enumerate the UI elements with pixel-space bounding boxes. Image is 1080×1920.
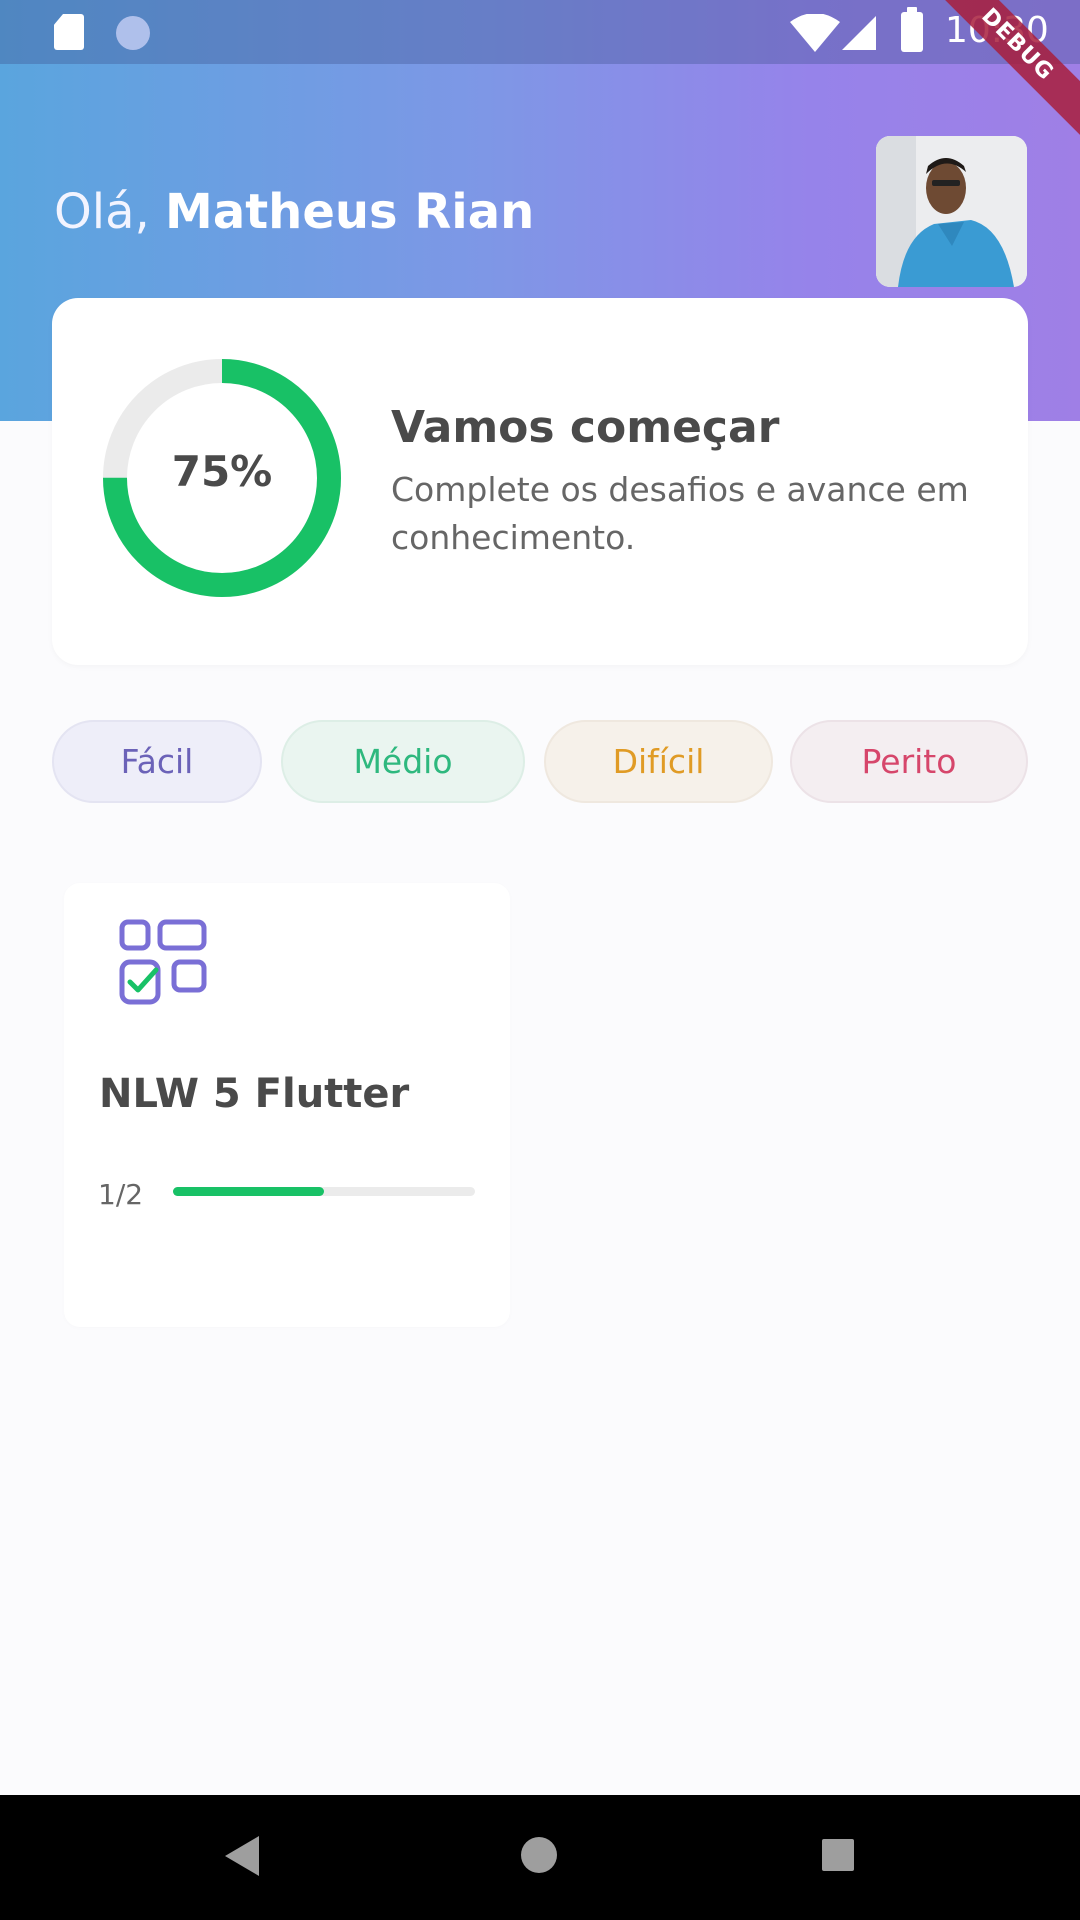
- level-chip-hard[interactable]: Difícil: [544, 720, 773, 803]
- avatar-photo: [876, 136, 1027, 287]
- sync-icon: [116, 16, 150, 50]
- level-chip-expert[interactable]: Perito: [790, 720, 1028, 803]
- cell-signal-icon: [842, 16, 876, 50]
- level-chip-easy[interactable]: Fácil: [52, 720, 262, 803]
- quiz-progress-bar: [173, 1187, 475, 1196]
- quiz-progress-label: 1/2: [98, 1178, 144, 1211]
- greeting-text: Olá, Matheus Rian: [54, 184, 534, 240]
- score-card-subtitle: Complete os desafios e avance em conheci…: [391, 470, 969, 557]
- level-chip-medium[interactable]: Médio: [281, 720, 525, 803]
- back-icon[interactable]: [225, 1836, 259, 1876]
- quiz-progress-fill: [173, 1187, 324, 1196]
- score-card-title: Vamos começar: [391, 402, 780, 453]
- user-avatar[interactable]: [876, 136, 1027, 287]
- status-bar: 10:30: [0, 0, 1080, 64]
- user-name: Matheus Rian: [165, 184, 535, 240]
- greeting-prefix: Olá,: [54, 184, 166, 240]
- quiz-title: NLW 5 Flutter: [99, 1071, 410, 1117]
- recents-icon[interactable]: [822, 1839, 854, 1871]
- home-screen: 10:30 DEBUG Olá, Matheus Rian 75% Vamos …: [0, 0, 1080, 1920]
- battery-icon: [901, 7, 923, 52]
- wifi-icon: [790, 14, 840, 52]
- quiz-grid-icon: [119, 919, 207, 1005]
- sd-card-icon: [54, 14, 84, 50]
- home-icon[interactable]: [521, 1837, 557, 1873]
- score-percent: 75%: [171, 447, 273, 496]
